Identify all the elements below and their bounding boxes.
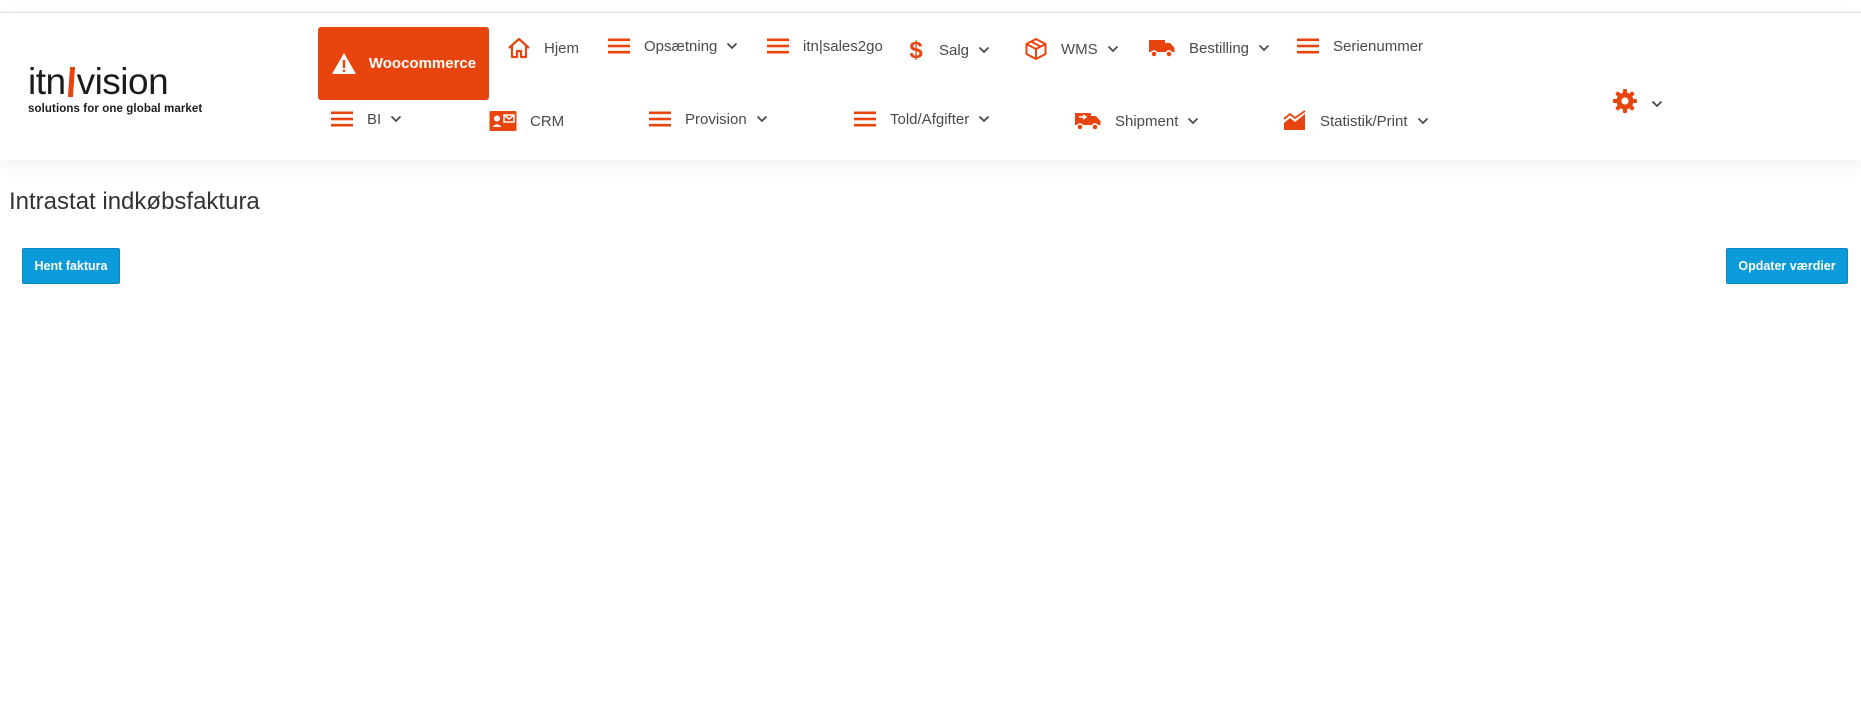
logo-text-vision: vision <box>76 61 169 102</box>
nav-item-statistik-print[interactable]: Statistik/Print <box>1283 110 1429 132</box>
chevron-down-icon <box>1651 100 1663 108</box>
svg-text:$: $ <box>909 37 923 63</box>
woocommerce-button[interactable]: Woocommerce <box>318 27 489 100</box>
nav-item-bi[interactable]: BI <box>330 110 402 128</box>
nav-item-provision-label: Provision <box>685 110 747 128</box>
nav-item-hjem[interactable]: Hjem <box>507 37 579 59</box>
nav-item-wms-label: WMS <box>1061 40 1098 58</box>
logo-wordmark: itn vision <box>28 63 218 101</box>
chevron-down-icon <box>1417 117 1429 125</box>
nav-item-provision[interactable]: Provision <box>648 110 768 128</box>
chevron-down-icon <box>978 46 990 54</box>
update-values-button[interactable]: Opdater værdier <box>1726 248 1848 284</box>
home-icon <box>507 37 531 59</box>
chevron-down-icon <box>1258 44 1270 52</box>
truck-icon <box>1148 37 1176 59</box>
nav-item-serienummer-label: Serienummer <box>1333 37 1424 55</box>
chevron-down-icon <box>726 42 738 50</box>
browser-bookmark-strip <box>0 0 1861 13</box>
nav-item-serienummer[interactable]: Serienummer <box>1296 37 1423 55</box>
contact-card-icon <box>489 110 517 132</box>
nav-item-itn-sales2go-label: itn|sales2go <box>803 37 883 55</box>
dollar-icon: $ <box>906 37 926 63</box>
nav-item-shipment-label: Shipment <box>1115 112 1179 130</box>
nav-item-told-afgifter[interactable]: Told/Afgifter <box>853 110 990 128</box>
woocommerce-label: Woocommerce <box>368 55 477 72</box>
chevron-down-icon <box>978 115 990 123</box>
nav-item-crm[interactable]: CRM <box>489 110 564 132</box>
nav-item-bi-label: BI <box>367 110 382 128</box>
nav-item-told-afgifter-label: Told/Afgifter <box>890 110 970 128</box>
logo-text-itn: itn <box>28 61 66 102</box>
logo-tagline: solutions for one global market <box>28 103 203 115</box>
nav-item-salg[interactable]: $ Salg <box>906 37 990 63</box>
gear-icon <box>1612 88 1638 119</box>
company-logo[interactable]: itn vision solutions for one global marke… <box>28 63 218 133</box>
nav-item-salg-label: Salg <box>939 41 970 59</box>
box-icon <box>1024 37 1048 61</box>
chevron-down-icon <box>1187 117 1199 125</box>
nav-item-crm-label: CRM <box>530 112 565 130</box>
menu-lines-icon <box>853 110 877 128</box>
fetch-invoice-button[interactable]: Hent faktura <box>22 248 120 284</box>
page-title: Intrastat indkøbsfaktura <box>9 188 260 215</box>
nav-item-hjem-label: Hjem <box>544 39 580 57</box>
nav-item-bestilling-label: Bestilling <box>1189 39 1250 57</box>
shipping-truck-icon <box>1074 110 1102 132</box>
menu-lines-icon <box>1296 37 1320 55</box>
logo-divider-bar <box>67 67 75 97</box>
nav-item-itn-sales2go[interactable]: itn|sales2go <box>766 37 883 55</box>
nav-item-shipment[interactable]: Shipment <box>1074 110 1199 132</box>
top-navigation-header: itn vision solutions for one global marke… <box>0 13 1861 160</box>
settings-menu[interactable] <box>1612 88 1663 119</box>
menu-lines-icon <box>607 37 631 55</box>
nav-item-bestilling[interactable]: Bestilling <box>1148 37 1270 59</box>
menu-lines-icon <box>330 110 354 128</box>
nav-item-statistik-print-label: Statistik/Print <box>1320 112 1408 130</box>
chevron-down-icon <box>756 115 768 123</box>
nav-item-opsaetning-label: Opsætning <box>644 37 718 55</box>
nav-item-wms[interactable]: WMS <box>1024 37 1119 61</box>
area-chart-icon <box>1283 110 1307 132</box>
chevron-down-icon <box>390 115 402 123</box>
warning-icon <box>331 52 357 75</box>
menu-lines-icon <box>648 110 672 128</box>
nav-item-opsaetning[interactable]: Opsætning <box>607 37 738 55</box>
menu-lines-icon <box>766 37 790 55</box>
chevron-down-icon <box>1107 45 1119 53</box>
